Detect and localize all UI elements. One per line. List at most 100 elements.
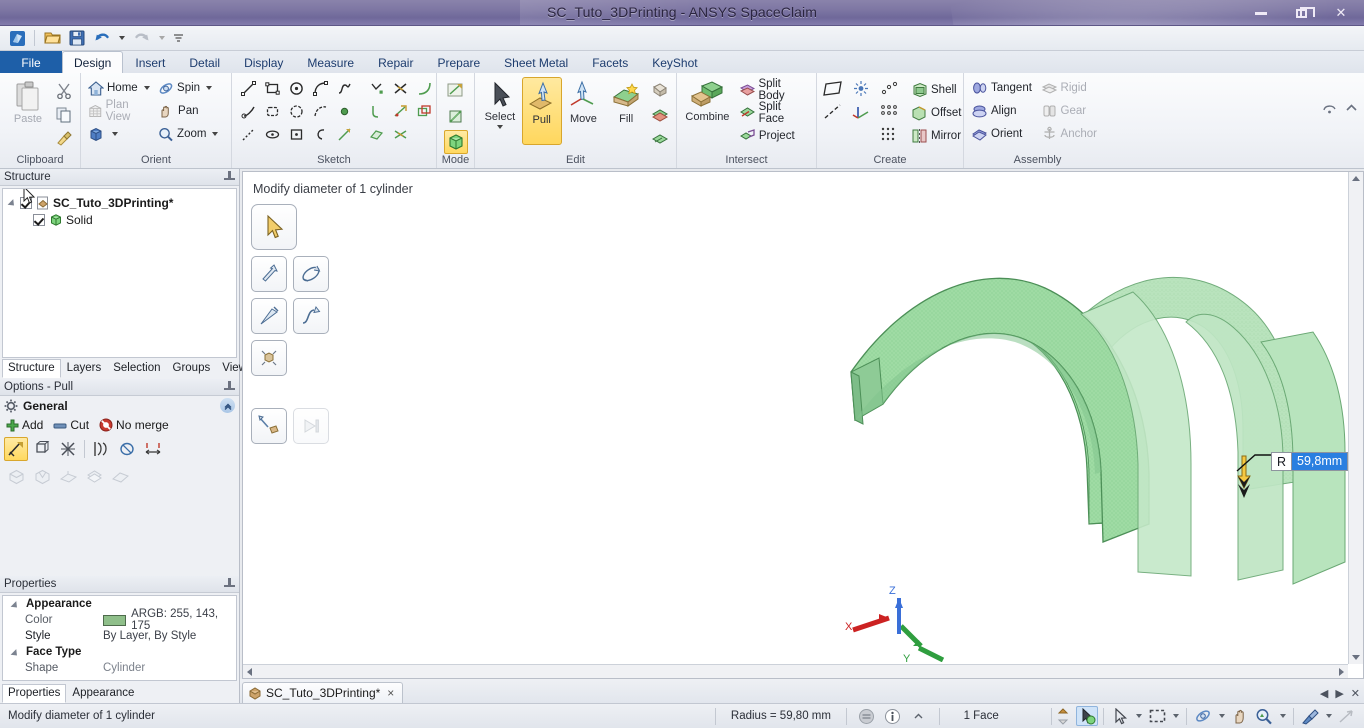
anchor-button[interactable]: Anchor (1038, 123, 1107, 145)
info-icon[interactable] (882, 706, 904, 726)
circle-icon[interactable] (284, 77, 308, 100)
tab-prev-icon[interactable]: ◀ (1320, 687, 1328, 700)
revolve-tool[interactable] (293, 256, 329, 292)
paint-dropdown-icon[interactable] (1323, 706, 1334, 726)
axis-point-icon[interactable] (849, 77, 873, 100)
ruled-surface-tool[interactable] (89, 437, 113, 461)
extrude-tool[interactable] (82, 465, 106, 489)
corner-icon[interactable] (364, 100, 388, 123)
pin-icon[interactable] (224, 171, 235, 183)
option-cut[interactable]: Cut (53, 418, 89, 432)
pull-button[interactable]: Pull (521, 77, 562, 145)
home-dropdown-icon[interactable] (143, 86, 150, 90)
sweep-pull-tool[interactable] (293, 298, 329, 334)
paste-button[interactable]: Paste (4, 77, 52, 125)
property-row-shape[interactable]: Shape Cylinder (3, 660, 236, 676)
undo-icon[interactable] (91, 28, 113, 49)
line-create-icon[interactable] (821, 100, 845, 123)
options-pin-icon[interactable] (224, 381, 235, 393)
close-button[interactable]: ✕ (1322, 2, 1360, 24)
box-select-dropdown-icon[interactable] (1170, 706, 1181, 726)
polygon-circle-icon[interactable] (284, 100, 308, 123)
scale-body-tool[interactable] (251, 340, 287, 376)
tab-sheet-metal[interactable]: Sheet Metal (492, 51, 580, 73)
property-row-color[interactable]: Color ARGB: 255, 143, 175 (3, 608, 236, 632)
select-tool-icon[interactable] (1076, 706, 1099, 726)
status-expand-icon[interactable] (908, 706, 930, 726)
pan-tool-icon[interactable] (1229, 706, 1251, 726)
scroll-up-button[interactable] (1350, 172, 1363, 185)
move-button[interactable]: Move (563, 77, 605, 125)
coordinate-system-icon[interactable] (849, 100, 873, 123)
cut-icon[interactable] (52, 79, 76, 102)
shell-button[interactable]: Shell (908, 79, 964, 101)
left-tab-structure[interactable]: Structure (2, 359, 61, 378)
sketch-spline-icon[interactable] (308, 123, 332, 146)
properties-pin-icon[interactable] (224, 578, 235, 590)
tab-repair[interactable]: Repair (366, 51, 425, 73)
line-icon[interactable] (236, 77, 260, 100)
tab-facets[interactable]: Facets (580, 51, 640, 73)
option-no-merge[interactable]: No merge (99, 418, 169, 432)
trim-icon[interactable] (364, 77, 388, 100)
tab-measure[interactable]: Measure (295, 51, 366, 73)
split-icon[interactable] (388, 77, 412, 100)
select-dropdown-icon[interactable] (496, 125, 503, 129)
left-tab-groups[interactable]: Groups (167, 359, 217, 378)
scroll-right-button[interactable] (1335, 665, 1348, 678)
stacked-faces-icon[interactable] (648, 103, 672, 126)
prop-tab-properties[interactable]: Properties (2, 684, 67, 703)
no-direction-tool[interactable] (56, 437, 80, 461)
ellipse-icon[interactable] (260, 123, 284, 146)
split-body-button[interactable]: Split Body (736, 78, 812, 102)
zoom-button[interactable]: Zoom (155, 123, 227, 145)
left-tab-layers[interactable]: Layers (61, 359, 108, 378)
project-button[interactable]: Project (736, 125, 812, 147)
tab-detail[interactable]: Detail (177, 51, 232, 73)
up-to-tool[interactable] (251, 408, 287, 444)
polygon-icon[interactable] (284, 123, 308, 146)
prop-tab-appearance[interactable]: Appearance (66, 684, 140, 703)
solid-visibility-checkbox[interactable] (33, 213, 45, 226)
tab-next-icon[interactable]: ▶ (1335, 687, 1343, 700)
scroll-down-button[interactable] (1350, 651, 1363, 664)
restore-button[interactable] (1282, 2, 1320, 24)
offset-face-tool[interactable] (108, 465, 132, 489)
zoom-dropdown-icon[interactable] (212, 132, 219, 136)
project-sketch-icon[interactable] (388, 100, 412, 123)
graphics-canvas[interactable]: Modify diameter of 1 cylinder Z Y X R 59… (243, 172, 1363, 678)
vertical-scrollbar[interactable] (1348, 172, 1363, 664)
format-painter-icon[interactable] (52, 127, 76, 150)
face-type-expand-icon[interactable] (13, 648, 22, 657)
select-button[interactable]: Select (479, 77, 521, 129)
merge-faces-icon[interactable] (648, 127, 672, 150)
sketch-mode-icon[interactable] (444, 78, 468, 102)
pattern-grid-icon[interactable] (877, 100, 901, 123)
round-tool[interactable] (4, 465, 28, 489)
align-button[interactable]: Align (968, 100, 1036, 122)
pull-handle-arrow[interactable] (1229, 454, 1265, 510)
tree-row-document[interactable]: SC_Tuto_3DPrinting* (3, 194, 236, 211)
pull-direction-tool[interactable] (4, 437, 28, 461)
spin-dropdown-icon[interactable] (1216, 706, 1227, 726)
tangent-button[interactable]: Tangent (968, 77, 1036, 99)
tab-display[interactable]: Display (232, 51, 295, 73)
document-tab[interactable]: SC_Tuto_3DPrinting* × (242, 682, 404, 703)
plan-view-button[interactable]: Plan View (85, 99, 155, 123)
open-icon[interactable] (41, 28, 63, 49)
offset-curve-icon[interactable] (412, 100, 436, 123)
plane-sketch-icon[interactable] (364, 123, 388, 146)
paint-tool-icon[interactable] (1299, 706, 1321, 726)
options-general-header[interactable]: General (0, 396, 239, 415)
fly-tool-icon[interactable] (1336, 706, 1358, 726)
mirror-button[interactable]: Mirror (908, 125, 964, 147)
three-point-arc-icon[interactable] (308, 100, 332, 123)
plane-icon[interactable] (821, 77, 845, 100)
sketch-edit-icon[interactable] (332, 123, 356, 146)
move-sketch-icon[interactable] (388, 123, 412, 146)
select-cursor-tool[interactable] (251, 204, 297, 250)
radius-dimension-box[interactable]: R 59,8mm (1271, 452, 1349, 471)
fill-button[interactable]: Fill (605, 77, 647, 125)
extrude-edge-tool[interactable] (30, 437, 54, 461)
rounded-rect-icon[interactable] (260, 100, 284, 123)
